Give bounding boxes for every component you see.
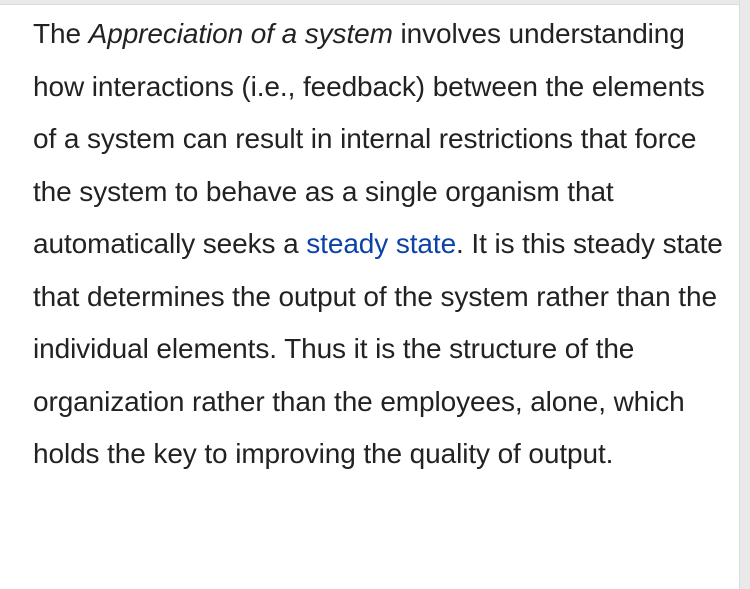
steady-state-link[interactable]: steady state [306, 228, 456, 259]
italic-term: Appreciation of a system [88, 18, 393, 49]
text-segment: The [33, 18, 89, 49]
page-top-edge [0, 0, 750, 5]
text-segment: involves understanding how interactions … [33, 18, 705, 259]
page-right-edge [739, 0, 750, 589]
text-segment: . It is this steady state that determine… [33, 228, 723, 469]
article-paragraph: The Appreciation of a system involves un… [33, 8, 733, 481]
